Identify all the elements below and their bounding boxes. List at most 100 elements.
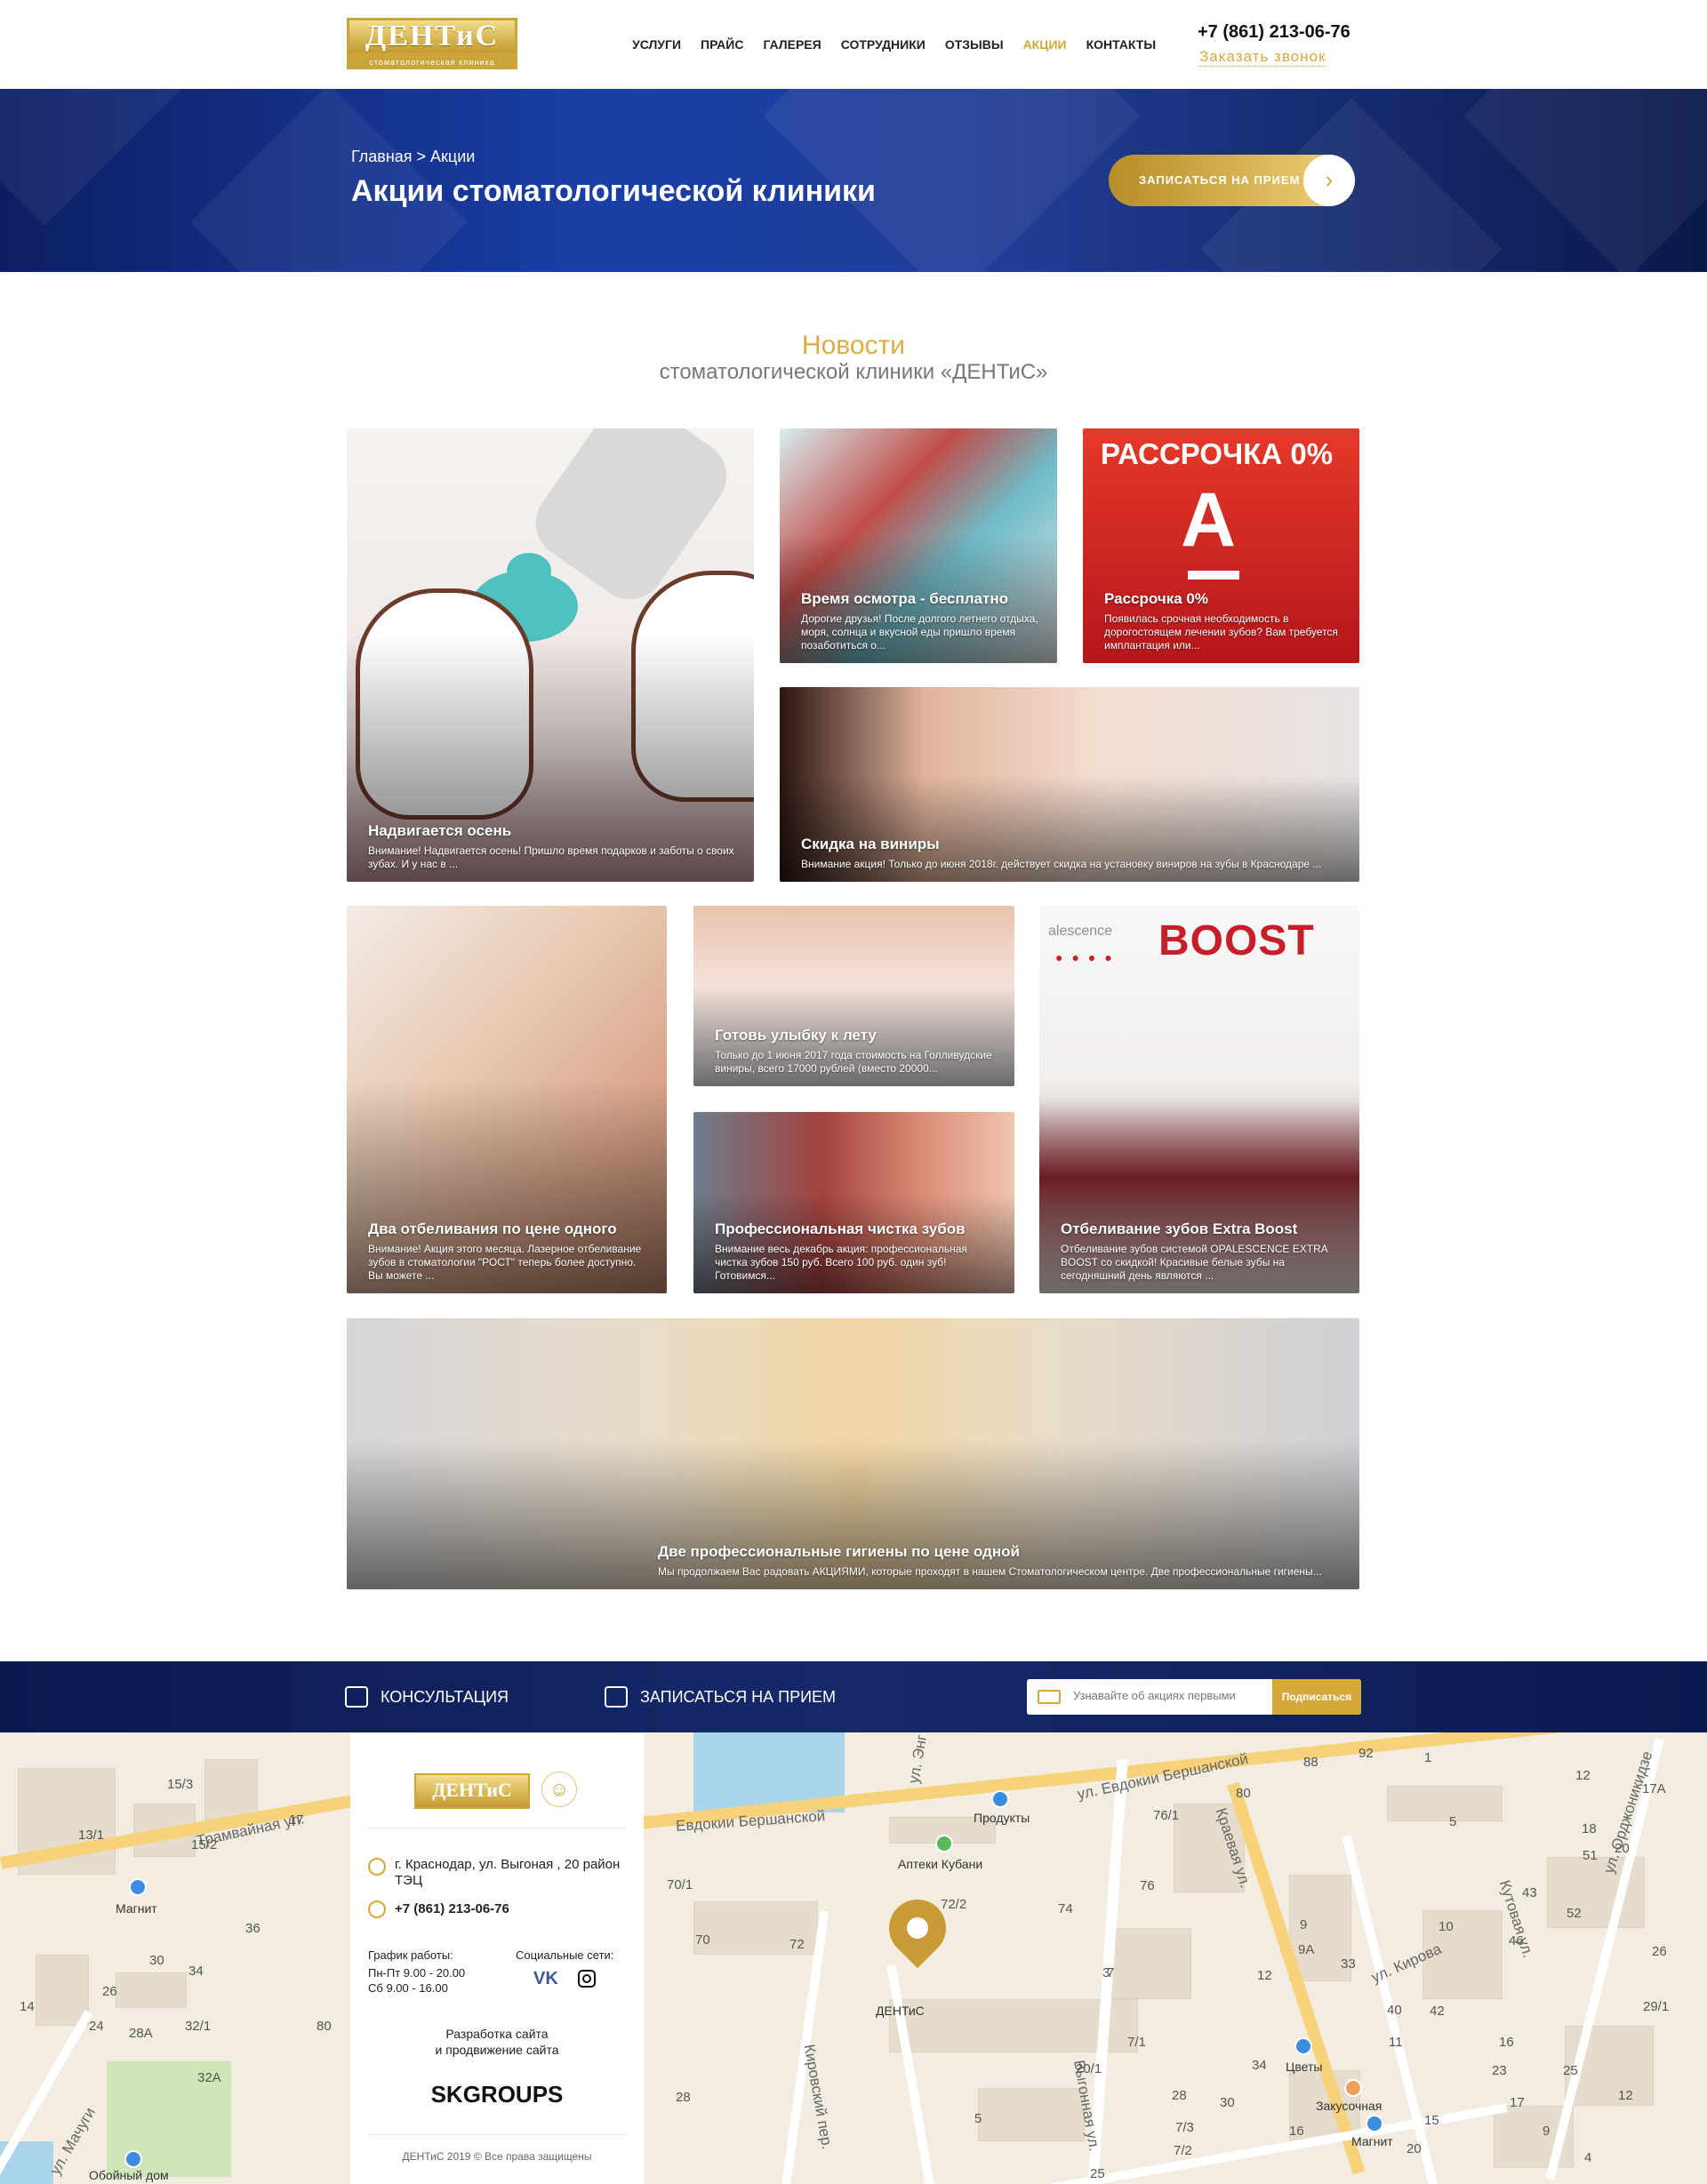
news-card-autumn[interactable]: Надвигается осень Внимание! Надвигается …: [347, 428, 754, 882]
appointment-link[interactable]: ЗАПИСАТЬСЯ НА ПРИЕМ: [605, 1686, 836, 1708]
consultation-link[interactable]: КОНСУЛЬТАЦИЯ: [345, 1686, 509, 1708]
map-road: [1545, 1738, 1664, 2180]
pharmacy-marker-icon[interactable]: [935, 1835, 953, 1852]
poi-label: Магнит: [116, 1901, 157, 1916]
card-description: Мы продолжаем Вас радовать АКЦИЯМИ, кото…: [658, 1565, 1322, 1578]
page-title: Акции стоматологической клиники: [351, 174, 876, 208]
nav-contacts[interactable]: КОНТАКТЫ: [1077, 36, 1166, 53]
house-number: 23: [1492, 2063, 1507, 2078]
card-description: Внимание акция! Только до июня 2018г. де…: [801, 858, 1322, 870]
card-title: Отбеливание зубов Extra Boost: [1061, 1220, 1298, 1237]
news-card-extra-boost[interactable]: alescence ●●●● BOOST Отбеливание зубов E…: [1039, 906, 1359, 1293]
location-map[interactable]: Трамвайная ул. ул. Евдокии Бершанской Ев…: [0, 1732, 1707, 2184]
shop-marker-icon[interactable]: [991, 1790, 1009, 1808]
hours-weekdays: Пн-Пт 9.00 - 20.00: [368, 1966, 466, 1980]
hours-heading: График работы:: [368, 1948, 453, 1962]
nav-promotions[interactable]: АКЦИИ: [1014, 36, 1077, 53]
card-title: Готовь улыбку к лету: [715, 1027, 877, 1044]
news-card-professional-cleaning[interactable]: Профессиональная чистка зубов Внимание в…: [693, 1112, 1014, 1293]
footer-phone[interactable]: +7 (861) 213-06-76: [395, 1901, 509, 1916]
house-number: 29/1: [1643, 1999, 1670, 2014]
map-road: [886, 1964, 936, 2184]
foam-bubble: [507, 553, 551, 588]
shop-marker-icon[interactable]: [129, 1878, 147, 1896]
news-card-free-checkup[interactable]: Время осмотра - бесплатно Дорогие друзья…: [780, 428, 1057, 663]
card-description: Только до 1 июня 2017 года стоимость на …: [715, 1049, 992, 1075]
footer-action-bar: КОНСУЛЬТАЦИЯ ЗАПИСАТЬСЯ НА ПРИЕМ Узнавай…: [0, 1661, 1707, 1732]
footer-logo[interactable]: ДЕНТиС: [414, 1773, 530, 1809]
vk-icon[interactable]: VK: [533, 1969, 558, 1989]
boost-brand-prefix: alescence: [1048, 924, 1113, 939]
poi-label: Аптеки Кубани: [898, 1857, 983, 1871]
house-number: 28: [1172, 2088, 1187, 2103]
hours-list: Пн-Пт 9.00 - 20.00 Сб 9.00 - 16.00: [368, 1965, 465, 1996]
house-number: 15: [1424, 2113, 1439, 2128]
news-card-summer-smile[interactable]: Готовь улыбку к лету Только до 1 июня 20…: [693, 906, 1014, 1086]
news-card-installment[interactable]: РАССРОЧКА 0% А Рассрочка 0% Появилась ср…: [1083, 428, 1359, 663]
news-card-two-hygiene[interactable]: Две профессиональные гигиены по цене одн…: [347, 1318, 1359, 1589]
house-number: 72: [789, 1937, 805, 1952]
phone-icon: [368, 1900, 386, 1918]
card-description: Появилась срочная необходимость в дорого…: [1104, 612, 1338, 652]
nav-reviews[interactable]: ОТЗЫВЫ: [935, 36, 1014, 53]
nav-gallery[interactable]: ГАЛЕРЕЯ: [753, 36, 830, 53]
callback-link[interactable]: Заказать звонок: [1199, 48, 1326, 67]
main-nav: УСЛУГИ ПРАЙС ГАЛЕРЕЯ СОТРУДНИКИ ОТЗЫВЫ А…: [622, 36, 1166, 53]
house-number: 70: [695, 1932, 710, 1948]
boost-dots: ●●●●: [1055, 950, 1121, 964]
bank-logo-letter: А: [1181, 477, 1237, 563]
site-logo[interactable]: ДЕНТиС стоматологическая клиника: [347, 18, 517, 71]
flower-shop-marker-icon[interactable]: [1294, 2037, 1312, 2055]
card-caption: Профессиональная чистка зубов Внимание в…: [715, 1220, 997, 1283]
card-title: Рассрочка 0%: [1104, 590, 1208, 607]
subscribe-button[interactable]: Подписаться: [1272, 1679, 1361, 1715]
house-number: 34: [1252, 2058, 1267, 2073]
news-card-two-whitening[interactable]: Два отбеливания по цене одного Внимание!…: [347, 906, 667, 1293]
house-number: 88: [1303, 1755, 1318, 1770]
subscribe-email-input[interactable]: Узнавайте об акциях первыми: [1073, 1689, 1236, 1702]
news-card-veneers-discount[interactable]: Скидка на виниры Внимание акция! Только …: [780, 687, 1359, 882]
logo-wordmark: ДЕНТиС: [347, 18, 517, 55]
developer-logo[interactable]: SKGROUPS: [350, 2081, 644, 2108]
chevron-right-icon: ›: [1303, 155, 1355, 206]
house-number: 25: [1090, 2166, 1105, 2181]
house-number: 17: [289, 1812, 304, 1828]
house-number: 9А: [1298, 1942, 1315, 1957]
breadcrumb[interactable]: Главная > Акции: [351, 148, 475, 166]
map-building: [116, 1972, 187, 2008]
house-number: 28А: [129, 2026, 153, 2041]
cafe-marker-icon[interactable]: [1344, 2079, 1362, 2097]
social-heading: Социальные сети:: [516, 1948, 614, 1962]
house-number: 28: [676, 2090, 691, 2105]
house-number: 80: [317, 2019, 332, 2034]
nav-price[interactable]: ПРАЙС: [691, 36, 753, 53]
poi-label: Продукты: [974, 1811, 1030, 1825]
hours-saturday: Сб 9.00 - 16.00: [368, 1981, 448, 1995]
book-appointment-label: ЗАПИСАТЬСЯ НА ПРИЕМ: [1139, 173, 1301, 187]
house-number: 11: [1389, 2035, 1403, 2050]
card-caption: Готовь улыбку к лету Только до 1 июня 20…: [715, 1027, 997, 1076]
house-number: 26: [102, 1984, 117, 1999]
poi-label: Цветы: [1286, 2060, 1323, 2074]
calendar-icon: [605, 1686, 628, 1708]
shop-marker-icon[interactable]: [124, 2150, 142, 2168]
card-description: Внимание! Акция этого месяца. Лазерное о…: [368, 1243, 642, 1282]
house-number: 17: [1510, 2095, 1525, 2110]
nav-staff[interactable]: СОТРУДНИКИ: [831, 36, 935, 53]
nav-services[interactable]: УСЛУГИ: [622, 36, 691, 53]
book-appointment-button[interactable]: ЗАПИСАТЬСЯ НА ПРИЕМ ›: [1109, 155, 1355, 206]
developer-credit-line1: Разработка сайта: [445, 2027, 549, 2041]
chat-icon: [345, 1686, 368, 1708]
house-number: 70/1: [667, 1877, 693, 1892]
house-number: 76: [1140, 1878, 1155, 1893]
header-phone[interactable]: +7 (861) 213-06-76: [1198, 22, 1350, 43]
location-pin-icon: [368, 1858, 386, 1876]
house-number: 34: [188, 1964, 204, 1979]
card-caption: Две профессиональные гигиены по цене одн…: [658, 1543, 1342, 1579]
house-number: 7/2: [1174, 2143, 1192, 2158]
developer-credit-line2: и продвижение сайта: [435, 2043, 559, 2057]
house-number: 4: [1584, 2150, 1592, 2165]
house-number: 15/3: [167, 1777, 194, 1792]
street-label: Кировский пер.: [800, 2043, 837, 2151]
shop-marker-icon[interactable]: [1366, 2115, 1383, 2132]
